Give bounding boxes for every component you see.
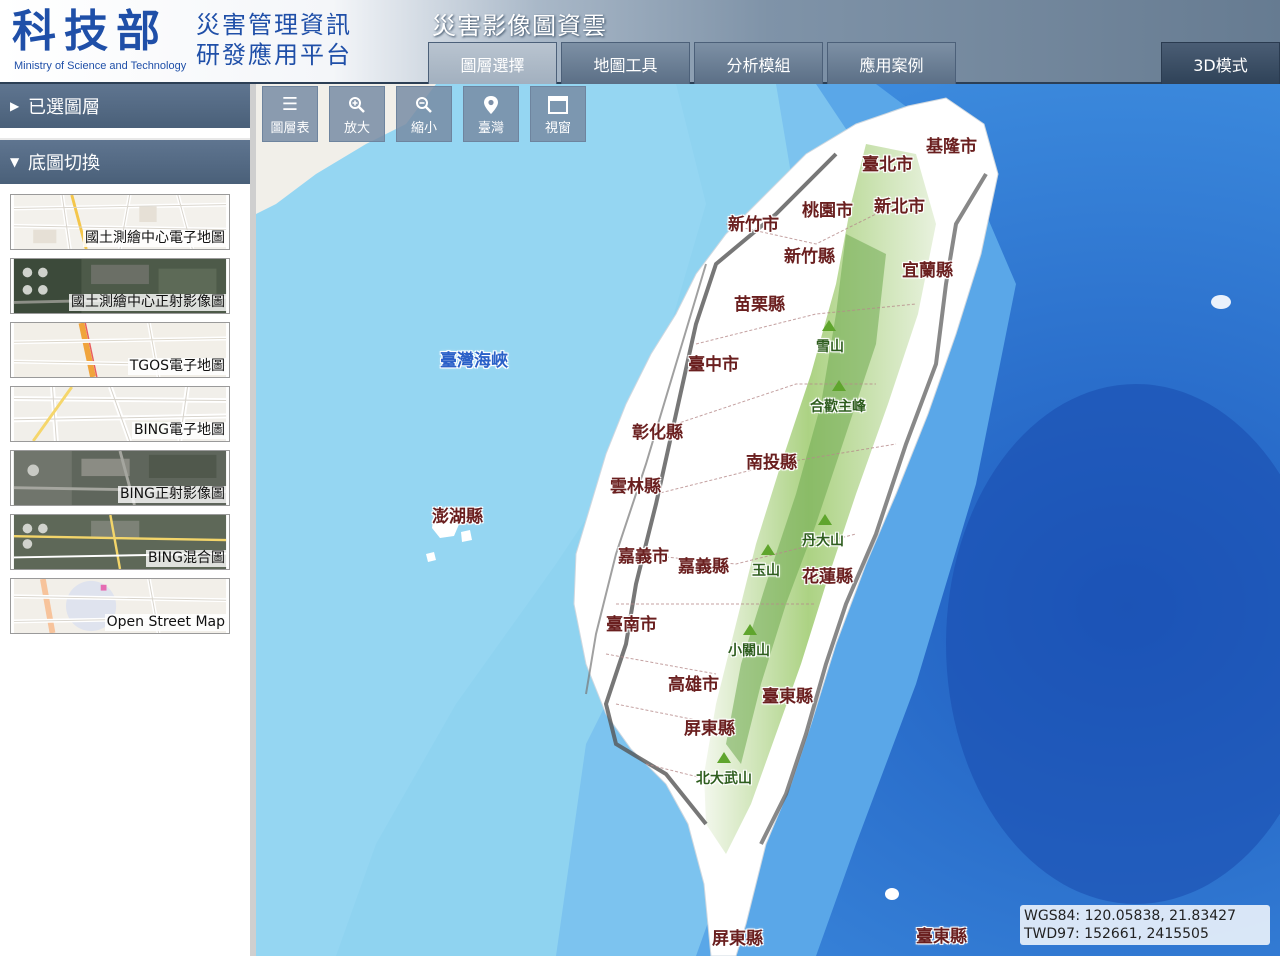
basemap-switch-header[interactable]: ▼ 底圖切換 [0,140,250,184]
place-label: 屏東縣 [712,929,763,949]
tool-label: 縮小 [410,120,437,136]
mountain-label: 玉山 [752,563,780,579]
window-icon [548,93,568,117]
basemap-label: BING正射影像圖 [117,486,227,503]
basemap-label: 國土測繪中心正射影像圖 [69,294,227,311]
place-label: 新竹縣 [784,247,835,267]
basemap-osm[interactable]: Open Street Map [10,578,230,634]
twd97-value: 152661, 2415505 [1084,926,1209,942]
zoom-in-icon [348,93,366,117]
app-header: 科技部 Ministry of Science and Technology 災… [0,0,1280,84]
tab-layer-select[interactable]: 圖層選擇 [428,42,557,84]
basemap-label: Open Street Map [104,614,227,631]
wgs84-readout: WGS84: 120.05838, 21.83427 [1024,907,1266,925]
mountain-icon [717,752,731,763]
selected-layers-header[interactable]: ▶ 已選圖層 [0,84,250,128]
basemap-label: 國土測繪中心電子地圖 [83,230,227,247]
place-label: 嘉義縣 [678,557,729,577]
taiwan-extent-button[interactable]: 臺灣 [463,86,519,142]
place-label: 屏東縣 [684,719,735,739]
mountain-label: 北大武山 [696,771,752,787]
place-label: 臺東縣 [916,927,967,947]
caret-right-icon: ▶ [10,99,20,113]
tab-application-cases[interactable]: 應用案例 [827,42,956,84]
place-label: 南投縣 [746,453,797,473]
zoom-out-button[interactable]: 縮小 [396,86,452,142]
tab-map-tools[interactable]: 地圖工具 [561,42,690,84]
platform-name-line1: 災害管理資訊 [196,11,352,39]
ministry-logo[interactable]: 科技部 Ministry of Science and Technology [8,6,193,76]
place-label: 嘉義市 [618,547,669,567]
mountain-icon [822,320,836,331]
basemap-list: 國土測繪中心電子地圖 國土測繪中心正射影像圖 TGOS電子地圖 BING電子地圖… [0,184,250,956]
mountain-icon [743,624,757,635]
tab-analysis-modules[interactable]: 分析模組 [694,42,823,84]
coordinate-readout: WGS84: 120.05838, 21.83427 TWD97: 152661… [1020,905,1270,945]
app-title: 災害影像圖資雲 [432,12,607,40]
place-label: 臺東縣 [762,687,813,707]
logo-english-text: Ministry of Science and Technology [14,60,187,72]
basemap-bing-aerial[interactable]: BING正射影像圖 [10,450,230,506]
basemap-label: TGOS電子地圖 [127,358,227,375]
layers-icon: ☰ [281,93,299,115]
place-label: 新竹市 [728,215,779,235]
place-label: 臺中市 [688,355,739,375]
tool-label: 圖層表 [270,120,310,136]
sea-label-taiwan-strait: 臺灣海峽 [440,351,508,371]
mountain-label: 小關山 [728,643,770,659]
basemap-tgos[interactable]: TGOS電子地圖 [10,322,230,378]
basemap-bing-road[interactable]: BING電子地圖 [10,386,230,442]
zoom-out-icon [415,93,433,117]
place-label: 花蓮縣 [802,567,853,587]
basemap-nlsc-orthophoto[interactable]: 國土測繪中心正射影像圖 [10,258,230,314]
place-label: 臺南市 [606,615,657,635]
place-label: 桃園市 [802,201,853,221]
basemap-label: BING電子地圖 [131,422,227,439]
place-label: 臺北市 [862,155,913,175]
wgs84-value: 120.05838, 21.83427 [1084,908,1236,924]
zoom-in-button[interactable]: 放大 [329,86,385,142]
place-label: 彰化縣 [632,423,683,443]
sidebar: ▶ 已選圖層 ▼ 底圖切換 國土測繪中心電子地圖 國土測繪中心正射影像圖 TGO… [0,84,256,956]
place-label: 基隆市 [926,137,977,157]
basemap-bing-hybrid[interactable]: BING混合圖 [10,514,230,570]
mountain-icon [761,544,775,555]
platform-name-line2: 研發應用平台 [196,41,352,69]
main-tabs: 圖層選擇 地圖工具 分析模組 應用案例 [428,42,956,84]
wgs84-label: WGS84: [1024,908,1081,924]
place-label: 苗栗縣 [734,295,785,315]
twd97-label: TWD97: [1024,926,1080,942]
mountain-icon [818,514,832,525]
place-label: 高雄市 [668,675,719,695]
basemap-nlsc-emap[interactable]: 國土測繪中心電子地圖 [10,194,230,250]
basemap-switch-label: 底圖切換 [28,153,100,174]
selected-layers-panel [0,128,250,138]
tool-label: 臺灣 [477,120,504,136]
map-toolbar: ☰ 圖層表 放大 縮小 臺灣 視窗 [262,86,586,142]
selected-layers-label: 已選圖層 [28,97,100,118]
place-label-penghu: 澎湖縣 [432,507,483,527]
tool-label: 放大 [343,120,370,136]
place-label: 宜蘭縣 [902,261,953,281]
place-label: 雲林縣 [610,477,661,497]
map-view[interactable]: 臺灣海峽 澎湖縣 基隆市 臺北市 新北市 桃園市 新竹市 新竹縣 宜蘭縣 苗栗縣… [256,84,1280,956]
place-label: 新北市 [874,197,925,217]
basemap-label: BING混合圖 [145,550,227,567]
platform-name: 災害管理資訊 研發應用平台 [196,10,352,70]
twd97-readout: TWD97: 152661, 2415505 [1024,925,1266,943]
location-pin-icon [483,93,499,117]
mountain-label: 丹大山 [802,533,844,549]
layer-list-button[interactable]: ☰ 圖層表 [262,86,318,142]
mountain-icon [832,380,846,391]
mountain-label: 合歡主峰 [810,399,866,415]
caret-down-icon: ▼ [10,155,20,169]
mountain-label: 雪山 [816,339,844,355]
3d-mode-button[interactable]: 3D模式 [1161,42,1280,84]
logo-chinese-text: 科技部 [12,6,168,57]
tool-label: 視窗 [544,120,571,136]
window-button[interactable]: 視窗 [530,86,586,142]
